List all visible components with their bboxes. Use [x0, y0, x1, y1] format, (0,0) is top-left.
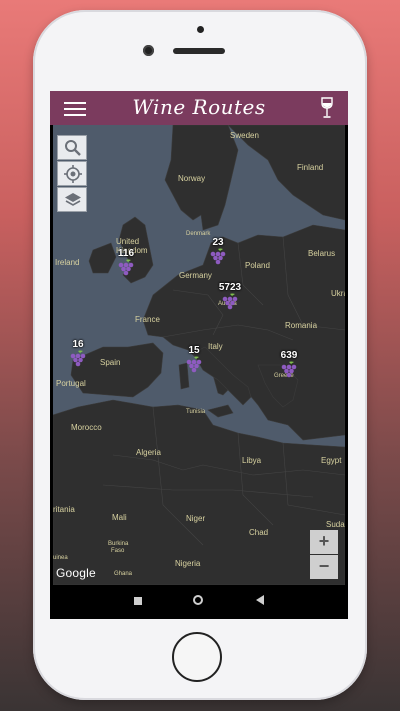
- label-burkina: Burkina: [108, 541, 129, 547]
- cluster-marker[interactable]: 639: [276, 350, 302, 379]
- label-algeria: Algeria: [136, 448, 161, 457]
- locate-icon: [64, 165, 82, 183]
- recents-icon[interactable]: [134, 597, 142, 605]
- cluster-count: 5723: [218, 282, 242, 293]
- zoom-in-button[interactable]: +: [310, 530, 338, 554]
- home-icon[interactable]: [193, 595, 203, 605]
- cluster-count: 639: [280, 350, 298, 361]
- label-romania: Romania: [285, 321, 318, 330]
- label-libya: Libya: [242, 456, 262, 465]
- cluster-marker[interactable]: 23: [205, 237, 231, 266]
- grapes-icon: [281, 361, 297, 378]
- label-nigeria: Nigeria: [175, 559, 201, 568]
- proximity-sensor: [197, 26, 204, 33]
- wine-glass-icon[interactable]: [320, 97, 334, 119]
- cluster-count: 116: [117, 248, 135, 259]
- front-camera: [143, 45, 154, 56]
- label-ireland: Ireland: [55, 258, 80, 267]
- label-france: France: [135, 315, 160, 324]
- cluster-marker[interactable]: 116: [113, 248, 139, 277]
- label-egypt: Egypt: [321, 456, 342, 465]
- cluster-marker[interactable]: 16: [65, 339, 91, 368]
- label-sudan: Suda: [326, 520, 345, 529]
- label-belarus: Belarus: [308, 249, 336, 258]
- cluster-marker[interactable]: 15: [181, 345, 207, 374]
- cluster-marker[interactable]: 5723: [215, 282, 245, 311]
- label-italy: Italy: [208, 342, 223, 351]
- app-bar: Wine Routes: [50, 91, 348, 125]
- label-sweden: Sweden: [230, 131, 259, 140]
- grapes-icon: [70, 350, 86, 367]
- label-ukraine: Ukra: [331, 289, 345, 298]
- label-chad: Chad: [249, 528, 269, 537]
- label-germany: Germany: [179, 271, 212, 280]
- search-icon: [65, 140, 81, 156]
- grapes-icon: [210, 248, 226, 265]
- app-title: Wine Routes: [132, 95, 266, 119]
- label-portugal: Portugal: [56, 379, 86, 388]
- home-button[interactable]: [172, 632, 222, 682]
- zoom-out-button[interactable]: −: [310, 555, 338, 579]
- label-united: United: [116, 237, 140, 246]
- layers-icon: [65, 193, 81, 206]
- map-search-button[interactable]: [57, 135, 87, 160]
- label-finland: Finland: [297, 163, 324, 172]
- app-screen: Wine Routes Sweden Finland Norway United…: [50, 91, 348, 619]
- cluster-count: 23: [212, 237, 224, 248]
- label-niger: Niger: [186, 514, 206, 523]
- label-mali: Mali: [112, 513, 127, 522]
- cluster-count: 16: [72, 339, 84, 350]
- grapes-icon: [186, 356, 202, 373]
- google-attribution: Google: [56, 566, 96, 580]
- label-tunisia: Tunisia: [186, 409, 206, 415]
- label-mauritania: ritania: [53, 505, 75, 514]
- label-guinea: uinea: [53, 555, 68, 561]
- android-nav-bar: [50, 585, 348, 619]
- map-view[interactable]: Sweden Finland Norway United Kingdom Ire…: [53, 125, 345, 585]
- label-norway: Norway: [178, 174, 206, 183]
- cluster-count: 15: [188, 345, 200, 356]
- label-spain: Spain: [100, 358, 121, 367]
- map-layers-button[interactable]: [57, 187, 87, 212]
- earpiece-speaker: [173, 48, 225, 54]
- grapes-icon: [118, 259, 134, 276]
- label-morocco: Morocco: [71, 423, 102, 432]
- label-ghana: Ghana: [114, 571, 133, 577]
- back-icon[interactable]: [256, 595, 264, 605]
- label-poland: Poland: [245, 261, 270, 270]
- map-locate-button[interactable]: [57, 161, 87, 186]
- grapes-icon: [222, 293, 238, 310]
- label-faso: Faso: [111, 548, 125, 554]
